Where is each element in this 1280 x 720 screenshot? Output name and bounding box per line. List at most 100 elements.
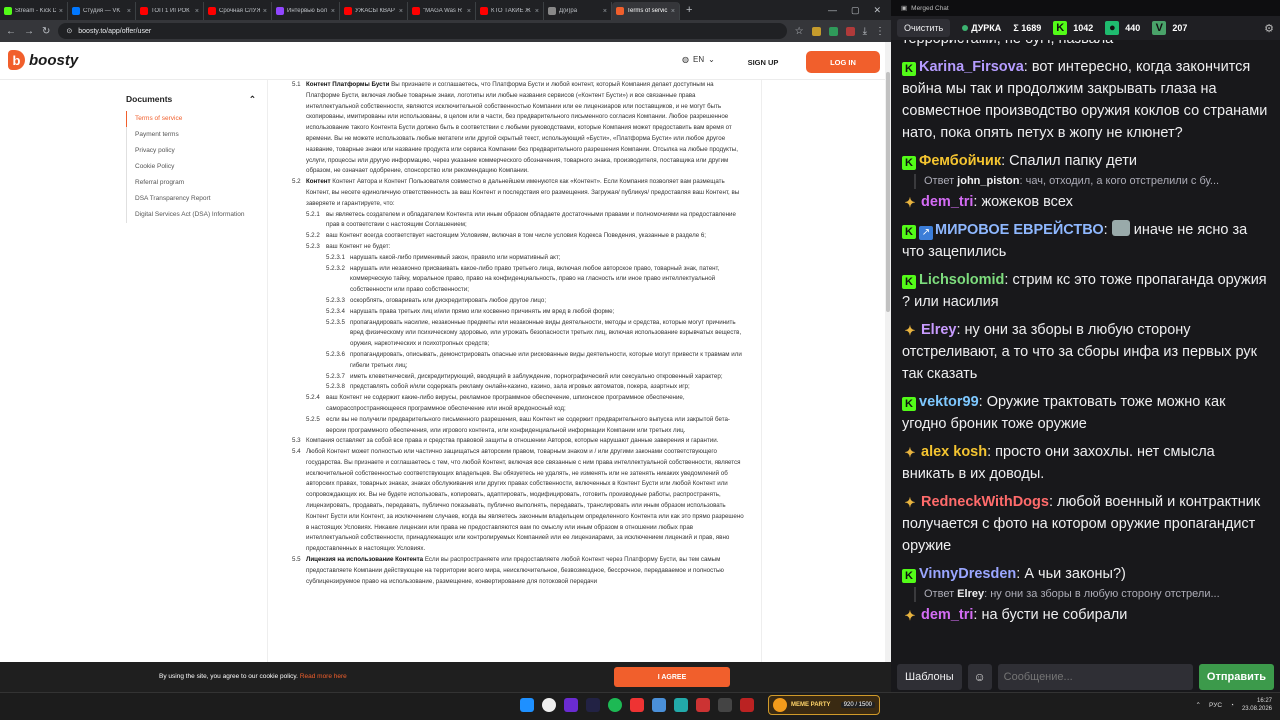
chat-username[interactable]: Karina_Firsova (919, 59, 1024, 75)
close-tab-icon[interactable]: × (263, 8, 267, 15)
app-icon[interactable] (718, 698, 732, 712)
clock[interactable]: 16:27 23.08.2026 (1242, 697, 1272, 713)
browser-tab[interactable]: Студия — VK × (68, 2, 136, 20)
chat-messages[interactable]: террористами, не бугт, назвала KKarina_F… (891, 40, 1280, 652)
app-icon[interactable] (740, 698, 754, 712)
clause-text: ваш Контент не будет: (326, 242, 391, 250)
browser-tab[interactable]: Stream - Kick D × (0, 2, 68, 20)
browser-tab[interactable]: Срочная СЛУЖ × (204, 2, 272, 20)
close-tab-icon[interactable]: × (331, 8, 335, 15)
tab-title: УЖАСЫ КВАРТ (355, 8, 396, 14)
chat-username[interactable]: dem_tri (921, 607, 973, 623)
input-language[interactable]: РУС (1209, 702, 1222, 709)
browser-tab[interactable]: УЖАСЫ КВАРТ × (340, 2, 408, 20)
tab-favicon-icon (548, 7, 556, 15)
tray-chevron-icon[interactable]: ⌃ (1196, 701, 1201, 709)
windows-start-icon[interactable] (520, 698, 534, 712)
language-selector[interactable]: ◍ EN ⌄ (682, 55, 715, 64)
browser-tab[interactable]: Terms of servic × (612, 2, 680, 20)
extension-icon[interactable] (811, 26, 821, 36)
close-tab-icon[interactable]: × (671, 8, 675, 15)
terms-clause: 5.2.3.7 иметь клеветнический, дискредитир… (292, 372, 747, 383)
tab-favicon-icon (276, 7, 284, 15)
boosty-logo[interactable]: b boosty (8, 50, 78, 70)
maximize-icon[interactable]: ▢ (851, 5, 860, 16)
documents-heading[interactable]: Documents ⌃ (126, 94, 256, 105)
agree-button[interactable]: I AGREE (614, 667, 730, 687)
clause-number: 5.1 (292, 81, 301, 88)
cookie-read-more-link[interactable]: Read more here (300, 673, 347, 680)
doc-link[interactable]: Privacy policy (126, 143, 256, 159)
app-icon[interactable] (630, 698, 644, 712)
telegram-icon[interactable] (674, 698, 688, 712)
new-tab-button[interactable]: + (680, 4, 698, 16)
chat-message: ✦ Elrey: ну они за зборы в любую сторону … (902, 322, 1258, 382)
meme-party-widget[interactable]: MEME PARTY 920 / 1500 (768, 695, 880, 715)
browser-tab[interactable]: Д(и)ра × (544, 2, 612, 20)
doc-link[interactable]: DSA Transparency Report (126, 191, 256, 207)
chat-username[interactable]: Фембойчик (919, 153, 1001, 169)
browser-tab[interactable]: ТОП 1 ИГРОК × (136, 2, 204, 20)
chat-username[interactable]: alex kosh (921, 444, 987, 460)
sign-up-button[interactable]: SIGN UP (727, 51, 799, 73)
close-window-icon[interactable]: ✕ (873, 5, 881, 16)
stat-vk: V 207 (1152, 21, 1187, 35)
chat-username[interactable]: RedneckWithDogs (921, 494, 1049, 510)
browser-tab[interactable]: Интервью Бол × (272, 2, 340, 20)
close-tab-icon[interactable]: × (535, 8, 539, 15)
minimize-icon[interactable]: — (828, 5, 837, 16)
downloads-icon[interactable]: ⤓ (863, 26, 867, 37)
kick-badge-icon: K (902, 225, 916, 239)
emoji-icon[interactable]: ☺ (967, 664, 992, 690)
doc-link[interactable]: Payment terms (126, 127, 256, 143)
tab-title: Terms of servic (627, 8, 668, 14)
app-icon[interactable] (652, 698, 666, 712)
chat-message: ✦ dem_tri: на бусти не собирали (902, 604, 1270, 626)
extension-icon[interactable] (845, 26, 855, 36)
trovo-badge-icon: ✦ (904, 445, 916, 460)
clear-button[interactable]: Очистить (897, 19, 951, 37)
chat-username[interactable]: Lichsolomid (919, 272, 1004, 288)
site-header: b boosty ◍ EN ⌄ SIGN UP LOG IN (0, 42, 891, 80)
scrollbar-thumb[interactable] (886, 72, 890, 312)
clause-text: пропагандировать насилие, незаконные пре… (350, 318, 742, 348)
extension-icon[interactable] (828, 26, 838, 36)
doc-link[interactable]: Cookie Policy (126, 159, 256, 175)
doc-link[interactable]: Referral program (126, 175, 256, 191)
chat-text: А чьи законы?) (1024, 566, 1126, 582)
close-tab-icon[interactable]: × (59, 8, 63, 15)
gear-icon[interactable]: ⚙ (1264, 22, 1274, 35)
spotify-icon[interactable] (608, 698, 622, 712)
templates-button[interactable]: Шаблоны (897, 664, 962, 690)
doc-link[interactable]: Terms of service (126, 111, 256, 127)
network-icon[interactable]: ◔ (1230, 702, 1234, 709)
doc-link[interactable]: Digital Services Act (DSA) Information (126, 207, 256, 223)
chat-username[interactable]: vektor99 (919, 394, 979, 410)
chat-username[interactable]: Elrey (921, 322, 956, 338)
forward-icon[interactable]: → (24, 26, 34, 37)
steam-icon[interactable] (586, 698, 600, 712)
close-tab-icon[interactable]: × (127, 8, 131, 15)
chat-username[interactable]: dem_tri (921, 194, 973, 210)
chat-username[interactable]: МИРОВОЕ ЕВРЕЙСТВО (935, 222, 1104, 238)
close-tab-icon[interactable]: × (467, 8, 471, 15)
bookmark-star-icon[interactable]: ☆ (795, 26, 804, 37)
menu-icon[interactable]: ⋮ (875, 26, 885, 37)
reply-context: Ответ john_piston: чач, отходил, а кого … (914, 174, 1269, 189)
address-bar[interactable]: ⊙ boosty.to/app/offer/user (58, 23, 787, 39)
send-button[interactable]: Отправить (1198, 664, 1274, 690)
close-tab-icon[interactable]: × (195, 8, 199, 15)
app-icon[interactable] (564, 698, 578, 712)
chrome-icon[interactable] (542, 698, 556, 712)
site-info-icon[interactable]: ⊙ (66, 27, 72, 35)
message-input[interactable] (997, 664, 1193, 690)
log-in-button[interactable]: LOG IN (806, 51, 880, 73)
close-tab-icon[interactable]: × (603, 8, 607, 15)
back-icon[interactable]: ← (6, 26, 16, 37)
app-icon[interactable] (696, 698, 710, 712)
chat-username[interactable]: VinnyDresden (919, 566, 1016, 582)
reload-icon[interactable]: ↻ (42, 26, 50, 37)
browser-tab[interactable]: "MAGA Was R × (408, 2, 476, 20)
close-tab-icon[interactable]: × (399, 8, 403, 15)
browser-tab[interactable]: КТО ТАКИЕ Ж × (476, 2, 544, 20)
